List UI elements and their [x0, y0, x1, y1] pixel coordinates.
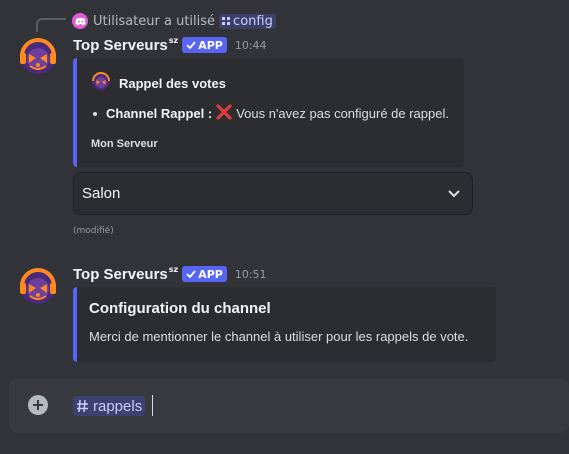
avatar[interactable]: [18, 36, 58, 76]
avatar[interactable]: [18, 266, 58, 306]
embed-footer: Mon Serveur: [91, 138, 158, 150]
channel-select[interactable]: Salon: [73, 172, 473, 215]
chevron-down-icon: [448, 189, 460, 197]
app-badge-label: APP: [198, 267, 223, 281]
message-header: Top Serveurs sz APP 10:51: [73, 263, 267, 285]
reply-connector: [36, 18, 66, 32]
embed-title: Configuration du channel: [89, 300, 271, 317]
embed-field-value: Vous n'avez pas configuré de rappel.: [236, 106, 449, 121]
reply-context[interactable]: Utilisateur a utilisé config: [72, 12, 276, 30]
embed: Configuration du channel Merci de mentio…: [73, 287, 496, 362]
bullet: [93, 111, 97, 116]
embed-title: Rappel des votes: [119, 75, 226, 91]
checkmark-icon: [186, 270, 196, 278]
channel-mention-name: rappels: [93, 397, 143, 415]
reply-user-text: Utilisateur a utilisé: [93, 13, 216, 29]
embed-author: Rappel des votes: [91, 71, 226, 95]
embed-author-icon: [91, 71, 111, 95]
slash-command[interactable]: config: [219, 13, 276, 29]
slash-command-name: config: [233, 13, 273, 29]
cross-mark-icon: [216, 104, 232, 123]
app-badge: APP: [182, 266, 227, 282]
discord-icon: [72, 13, 88, 29]
edited-label: (modifié): [73, 226, 114, 236]
embed-description: Merci de mentionner le channel à utilise…: [89, 329, 469, 344]
plus-icon: [33, 400, 43, 410]
app-badge-label: APP: [198, 38, 223, 52]
checkmark-icon: [186, 41, 196, 49]
timestamp[interactable]: 10:51: [235, 268, 267, 281]
text-cursor: [152, 395, 153, 416]
username[interactable]: Top Serveurs: [73, 37, 168, 54]
channel-mention[interactable]: rappels: [73, 396, 146, 416]
username-suffix: sz: [168, 35, 179, 45]
username[interactable]: Top Serveurs: [73, 266, 168, 283]
embed-field: Channel Rappel : Vous n'avez pas configu…: [93, 104, 449, 123]
add-attachment-button[interactable]: [28, 395, 48, 415]
slash-command-icon: [222, 17, 231, 25]
timestamp[interactable]: 10:44: [235, 39, 267, 52]
message-header: Top Serveurs sz APP 10:44: [73, 34, 267, 56]
embed-field-label: Channel Rappel :: [106, 106, 213, 121]
select-placeholder: Salon: [82, 185, 121, 202]
message-composer[interactable]: rappels: [9, 379, 569, 433]
app-badge: APP: [182, 37, 227, 53]
embed: Rappel des votes Channel Rappel : Vous n…: [73, 58, 464, 167]
username-suffix: sz: [168, 264, 179, 274]
hashtag-icon: [77, 399, 88, 413]
